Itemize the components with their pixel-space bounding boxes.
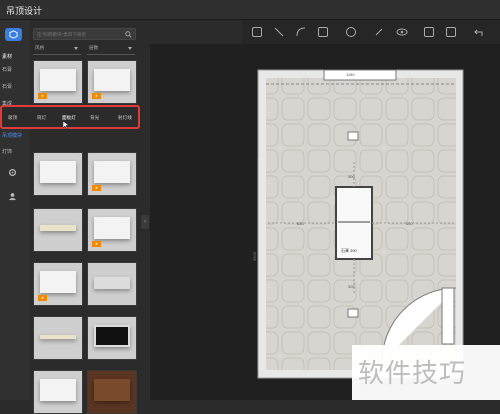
panel-light-image [40,69,76,91]
dim-left-height: 3500 [251,252,257,261]
layer-filter[interactable]: 层数 [87,45,135,55]
subcategory-tabs: 吸顶 筒灯 面板灯 背光 射灯线 [0,105,140,129]
dim-top: 1180 [346,72,355,77]
rail-item-lighting-module[interactable]: 吊顶模块 [2,132,22,139]
asset-thumbnail[interactable]: ★ [87,152,137,196]
asset-thumbnail[interactable]: ★ [87,60,137,104]
asset-thumbnail[interactable]: ★ [33,262,83,306]
panel-light-image [94,161,130,183]
panel-light-image [40,161,76,183]
collapse-panel-button[interactable]: ‹ [141,215,149,229]
circle-tool-icon[interactable] [346,27,356,37]
cursor-icon [63,121,69,129]
dim-bottom: 300 [348,284,355,289]
dim-top-inner: 300 [348,174,355,179]
pen-tool-icon[interactable] [374,27,384,37]
watermark: 软件技巧 [352,345,500,400]
tab-spotlight-line[interactable]: 射灯线 [118,115,132,121]
badge: ★ [92,185,101,191]
undo-icon[interactable] [474,27,484,37]
layer-filter-label: 层数 [89,45,99,50]
tab-spotlight[interactable]: 背光 [90,115,99,121]
user-icon[interactable] [8,192,17,201]
asset-thumbnail[interactable] [87,316,137,360]
cube-button[interactable] [5,28,22,41]
chevron-down-icon [74,47,78,50]
asset-thumbnail[interactable] [33,370,83,414]
asset-thumbnail[interactable]: ★ [33,60,83,104]
search-icon[interactable] [125,31,132,38]
dim-right-gap: 660 [406,221,413,226]
linear-light-image [40,225,76,231]
rail-item-lamps[interactable]: 灯饰 [2,148,12,155]
app-title: 吊顶设计 [6,6,43,16]
badge: ★ [92,93,101,99]
style-filter[interactable]: 风格 [33,45,81,55]
search-input[interactable] [37,30,125,39]
cube-icon [9,30,18,39]
asset-thumbnail[interactable] [33,152,83,196]
door-opening [323,69,397,81]
fan-heater-image [94,277,130,289]
search-box[interactable] [33,28,136,40]
left-rail: 素材 石膏 石膏 集成 吊顶模块 灯饰 [0,20,30,400]
arc-tool-icon[interactable] [296,27,306,37]
watermark-text: 软件技巧 [358,359,467,389]
black-panel-image [94,325,130,347]
rail-item-gypsum-2[interactable]: 石膏 [2,83,12,90]
title-bar: 吊顶设计 [0,0,500,20]
asset-thumbnail[interactable] [33,208,83,252]
rail-item-material[interactable]: 素材 [2,53,12,60]
panel-light-image [40,379,76,401]
wood-lamp-image [94,379,130,401]
tab-downlight[interactable]: 筒灯 [37,115,46,121]
tab-ceiling-light[interactable]: 吸顶 [8,115,17,121]
export-icon[interactable] [252,27,262,37]
panel-light-image [94,69,130,91]
rail-item-gypsum[interactable]: 石膏 [2,66,12,73]
asset-thumbnail[interactable] [33,316,83,360]
badge: ★ [38,295,47,301]
badge: ★ [92,241,101,247]
gear-icon[interactable] [8,168,17,177]
panel-light-image [94,217,130,239]
eye-icon[interactable] [396,27,408,37]
asset-panel: 风格 层数 ★ ★ ★ ★ ★ [30,20,140,414]
rect-tool-icon[interactable] [318,27,328,37]
fixture-label: 石膏 390 [341,248,357,253]
chevron-down-icon [128,47,132,50]
panel-light-image [40,271,76,293]
grid-icon[interactable] [424,27,434,37]
linear-light-image [40,335,76,339]
asset-thumbnail[interactable] [87,370,137,414]
badge: ★ [38,93,47,99]
layers-icon[interactable] [446,27,456,37]
asset-thumbnail[interactable] [87,262,137,306]
asset-thumbnail[interactable]: ★ [87,208,137,252]
dim-left-gap: 653 [297,221,304,226]
style-filter-label: 风格 [35,45,45,50]
line-tool-icon[interactable] [274,27,284,37]
canvas-toolbar [242,20,500,44]
